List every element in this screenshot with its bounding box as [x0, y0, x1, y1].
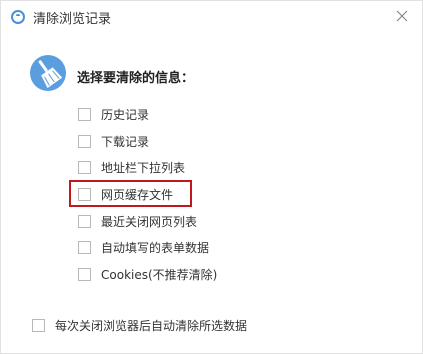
option-label: 每次关闭浏览器后自动清除所选数据	[55, 319, 248, 333]
close-icon	[396, 10, 408, 22]
recently-closed-checkbox[interactable]	[78, 215, 91, 228]
browser-logo-icon	[11, 10, 25, 24]
option-label: Cookies(不推荐清除)	[101, 268, 218, 282]
close-button[interactable]	[392, 6, 412, 26]
title-bar: 清除浏览记录	[1, 1, 422, 33]
address-bar-list-checkbox[interactable]	[78, 161, 91, 174]
auto-clear-checkbox[interactable]	[32, 319, 45, 332]
options-heading: 选择要清除的信息：	[77, 71, 195, 86]
clear-history-dialog: 清除浏览记录 选择要清除的信息： 历史记录 下载记录 地址栏下拉列表 网页缓存文…	[0, 0, 423, 354]
option-label: 地址栏下拉列表	[101, 161, 186, 175]
history-checkbox[interactable]	[78, 108, 91, 121]
option-label: 最近关闭网页列表	[101, 215, 198, 229]
option-label: 历史记录	[101, 108, 150, 122]
option-label: 网页缓存文件	[101, 188, 174, 202]
dialog-title: 清除浏览记录	[33, 12, 112, 27]
broom-icon	[30, 55, 66, 91]
cookies-checkbox[interactable]	[78, 268, 91, 281]
option-label: 自动填写的表单数据	[101, 241, 210, 255]
downloads-checkbox[interactable]	[78, 135, 91, 148]
form-data-checkbox[interactable]	[78, 241, 91, 254]
option-label: 下载记录	[101, 135, 150, 149]
page-cache-checkbox[interactable]	[78, 188, 91, 201]
